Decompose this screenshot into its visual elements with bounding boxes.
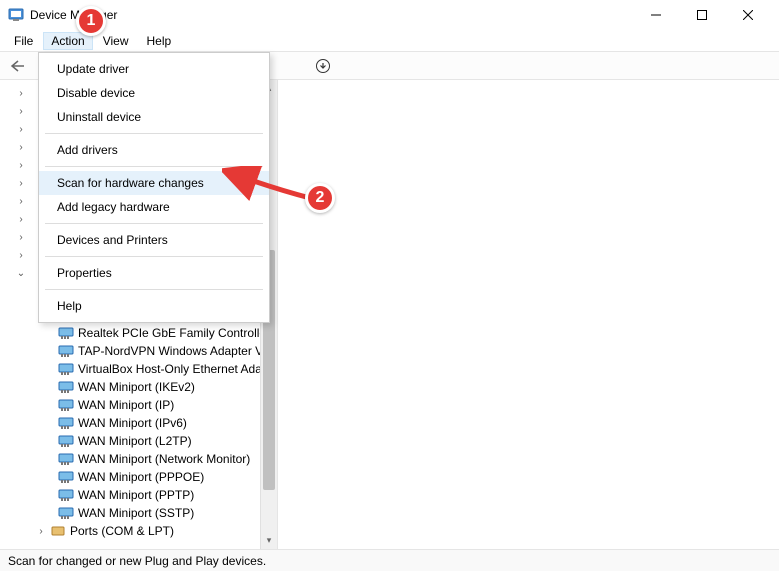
network-adapter-icon [58, 415, 74, 431]
network-adapter-icon [58, 451, 74, 467]
network-adapter-icon [58, 469, 74, 485]
chevron-right-icon: › [14, 196, 28, 207]
tree-row[interactable]: VirtualBox Host-Only Ethernet Adapter [0, 360, 277, 378]
chevron-right-icon: › [14, 232, 28, 243]
tree-row[interactable]: Realtek PCIe GbE Family Controller #2 [0, 324, 277, 342]
scan-hardware-icon[interactable] [311, 55, 335, 77]
maximize-button[interactable] [679, 0, 725, 30]
category-label: Ports (COM & LPT) [70, 524, 174, 538]
chevron-right-icon: › [14, 142, 28, 153]
network-adapter-icon [58, 487, 74, 503]
chevron-right-icon: › [14, 106, 28, 117]
tree-row[interactable]: WAN Miniport (PPPOE) [0, 468, 277, 486]
menu-view[interactable]: View [95, 32, 137, 50]
chevron-down-icon: ⌄ [14, 268, 28, 279]
network-adapter-icon [58, 505, 74, 521]
scroll-down-icon[interactable]: ▾ [261, 532, 277, 549]
menu-update-driver[interactable]: Update driver [39, 57, 269, 81]
device-label: Realtek PCIe GbE Family Controller #2 [78, 326, 278, 340]
annotation-badge-1: 1 [76, 6, 106, 36]
menu-help[interactable]: Help [139, 32, 180, 50]
device-label: WAN Miniport (L2TP) [78, 434, 192, 448]
tree-row[interactable]: WAN Miniport (IPv6) [0, 414, 277, 432]
status-text: Scan for changed or new Plug and Play de… [8, 554, 266, 568]
menu-disable-device[interactable]: Disable device [39, 81, 269, 105]
annotation-badge-2: 2 [305, 183, 335, 213]
window-title: Device Manager [30, 8, 633, 22]
back-button[interactable] [6, 55, 30, 77]
device-label: WAN Miniport (SSTP) [78, 506, 194, 520]
device-label: WAN Miniport (Network Monitor) [78, 452, 250, 466]
network-adapter-icon [58, 361, 74, 377]
device-label: WAN Miniport (PPTP) [78, 488, 194, 502]
menu-file[interactable]: File [6, 32, 41, 50]
device-label: WAN Miniport (IP) [78, 398, 174, 412]
tree-row[interactable]: WAN Miniport (Network Monitor) [0, 450, 277, 468]
network-adapter-icon [58, 343, 74, 359]
annotation-arrow [222, 166, 314, 206]
menu-separator [45, 133, 263, 134]
menu-devices-printers[interactable]: Devices and Printers [39, 228, 269, 252]
menu-separator [45, 289, 263, 290]
minimize-button[interactable] [633, 0, 679, 30]
chevron-right-icon: › [14, 88, 28, 99]
app-icon [8, 7, 24, 23]
device-label: WAN Miniport (IKEv2) [78, 380, 195, 394]
menu-properties[interactable]: Properties [39, 261, 269, 285]
chevron-right-icon: › [34, 526, 48, 537]
tree-row[interactable]: WAN Miniport (PPTP) [0, 486, 277, 504]
chevron-right-icon: › [14, 160, 28, 171]
chevron-right-icon: › [14, 124, 28, 135]
tree-row[interactable]: WAN Miniport (SSTP) [0, 504, 277, 522]
menu-help[interactable]: Help [39, 294, 269, 318]
tree-row-category[interactable]: › Ports (COM & LPT) [0, 522, 277, 540]
tree-row[interactable]: WAN Miniport (L2TP) [0, 432, 277, 450]
device-label: WAN Miniport (PPPOE) [78, 470, 204, 484]
tree-row[interactable]: WAN Miniport (IP) [0, 396, 277, 414]
network-adapter-icon [58, 433, 74, 449]
close-button[interactable] [725, 0, 771, 30]
menubar: File Action View Help [0, 30, 779, 52]
menu-uninstall-device[interactable]: Uninstall device [39, 105, 269, 129]
titlebar: Device Manager [0, 0, 779, 30]
ports-icon [50, 523, 66, 539]
menu-separator [45, 223, 263, 224]
network-adapter-icon [58, 325, 74, 341]
tree-row[interactable]: TAP-NordVPN Windows Adapter V9 [0, 342, 277, 360]
chevron-right-icon: › [14, 178, 28, 189]
device-label: VirtualBox Host-Only Ethernet Adapter [78, 362, 278, 376]
device-label: TAP-NordVPN Windows Adapter V9 [78, 344, 270, 358]
statusbar: Scan for changed or new Plug and Play de… [0, 549, 779, 571]
chevron-right-icon: › [14, 250, 28, 261]
details-pane [278, 80, 779, 549]
device-label: WAN Miniport (IPv6) [78, 416, 187, 430]
window-controls [633, 0, 771, 30]
network-adapter-icon [58, 397, 74, 413]
menu-add-drivers[interactable]: Add drivers [39, 138, 269, 162]
menu-separator [45, 256, 263, 257]
chevron-right-icon: › [14, 214, 28, 225]
network-adapter-icon [58, 379, 74, 395]
tree-row[interactable]: WAN Miniport (IKEv2) [0, 378, 277, 396]
